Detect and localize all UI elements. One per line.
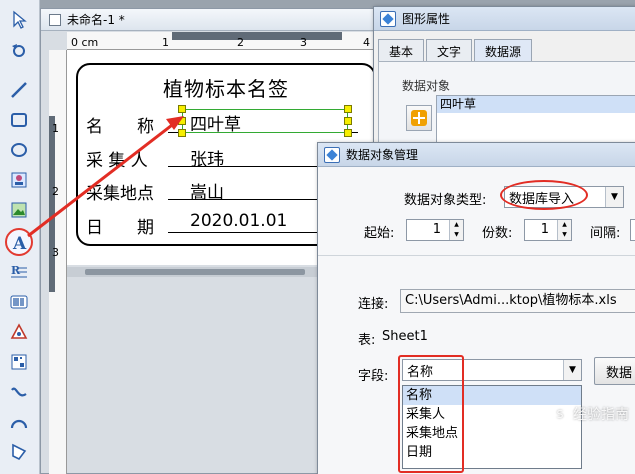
start-label: 起始: <box>364 226 395 241</box>
field-date-value[interactable]: 2020.01.01 <box>190 211 287 231</box>
window-title-bar[interactable]: 数据对象管理 <box>318 143 635 167</box>
qrcode-tool-icon[interactable] <box>7 320 31 344</box>
interval-label: 间隔: <box>590 226 621 241</box>
spinner-arrows-icon[interactable]: ▲ ▼ <box>449 220 463 240</box>
ruler-label: 2 <box>237 36 244 49</box>
vertical-ruler: 1 2 3 <box>49 50 67 474</box>
connection-label: 连接: <box>358 297 389 312</box>
highlight-rectangle <box>398 355 464 473</box>
ruler-label: 2 <box>52 185 59 198</box>
resize-handle[interactable] <box>344 129 352 137</box>
tab-datasource[interactable]: 数据源 <box>474 39 533 61</box>
window-title-bar[interactable]: 图形属性 <box>374 7 635 31</box>
ruler-label: 0 cm <box>71 36 99 49</box>
image-tool-icon[interactable] <box>7 198 31 222</box>
resize-handle[interactable] <box>178 117 186 125</box>
field-collector-label[interactable]: 采 集 人 <box>86 146 148 171</box>
document-title: 未命名-1 * <box>67 13 125 27</box>
chevron-down-icon[interactable]: ▼ <box>563 360 581 380</box>
resize-handle[interactable] <box>178 105 186 113</box>
ruler-label: 4 <box>363 36 370 49</box>
app-icon <box>324 146 340 163</box>
window-title: 图形属性 <box>402 12 451 26</box>
watermark-logo-icon: S <box>551 405 569 423</box>
text-selection-box <box>182 109 348 133</box>
paragraph-text-tool-icon[interactable]: R <box>7 260 31 284</box>
line-tool-icon[interactable] <box>7 78 31 102</box>
app-icon <box>380 10 396 27</box>
ellipse-tool-icon[interactable] <box>7 138 31 162</box>
ruler-label: 1 <box>52 122 59 135</box>
connection-field[interactable]: C:\Users\Admi...ktop\植物标本.xls <box>400 289 635 313</box>
spinner-arrows-icon[interactable]: ▲ ▼ <box>557 220 571 240</box>
tab-strip: 基本 文字 数据源 <box>378 39 635 61</box>
resize-handle[interactable] <box>178 129 186 137</box>
resize-handle[interactable] <box>344 117 352 125</box>
arc-tool-icon[interactable] <box>7 410 31 434</box>
data-object-label: 数据对象 <box>402 79 451 93</box>
field-label: 字段: <box>358 369 389 384</box>
table-value: Sheet1 <box>382 329 428 344</box>
data-object-manager-window: 数据对象管理 数据对象类型: 数据库导入 ▼ 起始: 1 ▲ ▼ 份数: 1 ▲ ▼… <box>317 142 635 474</box>
ruler-label: 3 <box>300 36 307 49</box>
field-name-label[interactable]: 名 称 <box>86 112 154 137</box>
data-object-type-label: 数据对象类型: <box>404 193 487 208</box>
copies-spinner[interactable]: 1 ▲ ▼ <box>524 219 572 241</box>
resize-handle[interactable] <box>344 105 352 113</box>
barcode-tool-icon[interactable] <box>7 290 31 314</box>
left-toolbar: A R <box>0 0 40 474</box>
field-date-label[interactable]: 日 期 <box>86 213 154 238</box>
select-pointer-icon[interactable] <box>7 8 31 32</box>
svg-text:A: A <box>12 234 27 252</box>
tab-text[interactable]: 文字 <box>426 39 473 61</box>
picture-tool-icon[interactable] <box>7 168 31 192</box>
chevron-down-icon[interactable]: ▼ <box>605 187 623 207</box>
list-item[interactable]: 四叶草 <box>437 96 635 113</box>
curve-tool-icon[interactable] <box>7 380 31 404</box>
label-title[interactable]: 植物标本名签 <box>78 73 374 102</box>
document-icon <box>49 13 61 26</box>
field-location-label[interactable]: 采集地点 <box>86 179 154 204</box>
interval-spinner[interactable] <box>630 219 635 241</box>
ruler-label: 3 <box>52 246 59 259</box>
watermark: S 经验指南 <box>551 404 629 424</box>
rotate-tool-icon[interactable] <box>7 38 31 62</box>
document-tab[interactable]: 未命名-1 * <box>41 9 384 31</box>
table-label: 表: <box>358 333 376 348</box>
polygon-tool-icon[interactable] <box>7 440 31 464</box>
plus-icon <box>411 110 427 126</box>
highlight-ellipse <box>500 180 588 210</box>
start-spinner[interactable]: 1 ▲ ▼ <box>406 219 464 241</box>
svg-text:R: R <box>11 264 21 277</box>
data-button[interactable]: 数据 <box>594 357 635 385</box>
horizontal-ruler: 0 cm 1 2 3 4 <box>67 32 386 50</box>
text-tool-icon[interactable]: A <box>5 228 33 256</box>
ruler-label: 1 <box>162 36 169 49</box>
add-data-object-button[interactable] <box>406 105 432 131</box>
matrix-code-tool-icon[interactable] <box>7 350 31 374</box>
tab-basic[interactable]: 基本 <box>378 39 425 61</box>
copies-label: 份数: <box>482 226 513 241</box>
rectangle-tool-icon[interactable] <box>7 108 31 132</box>
window-title: 数据对象管理 <box>346 148 419 162</box>
